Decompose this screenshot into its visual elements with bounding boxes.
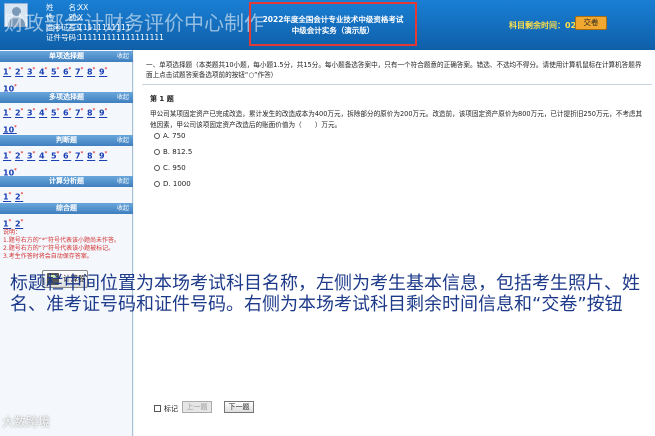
question-link[interactable]: 6* (63, 147, 75, 164)
question-link[interactable]: 2* (15, 63, 27, 80)
question-link[interactable]: 4* (39, 63, 51, 80)
question-link[interactable]: 1* (3, 63, 15, 80)
submit-exam-button[interactable]: 交卷 (575, 16, 607, 30)
question-link[interactable]: 9* (99, 63, 111, 80)
question-link[interactable]: 8* (87, 104, 99, 121)
section-header[interactable]: 判断题 收起 (0, 135, 133, 146)
collapse-toggle[interactable]: 收起 (117, 176, 129, 187)
previous-question-button[interactable]: 上一题 (182, 401, 212, 413)
section-title: 计算分析题 (49, 177, 84, 185)
question-link[interactable]: 1* (3, 104, 15, 121)
question-link[interactable]: 6* (63, 63, 75, 80)
option-text: 812.5 (172, 148, 193, 156)
section-header[interactable]: 多项选择题 收起 (0, 92, 133, 103)
question-link[interactable]: 8* (87, 63, 99, 80)
section-header[interactable]: 单项选择题 收起 (0, 51, 133, 62)
question-link[interactable]: 2* (15, 104, 27, 121)
question-panel: 一、单项选择题（本类题共10小题，每小题1.5分，共15分。每小题备选答案中，只… (134, 50, 655, 436)
section-multiple-choice: 多项选择题 收起 1* 2* 3* 4* 5* 6* 7* 8* 9* 10* (0, 92, 133, 138)
question-link[interactable]: 6* (63, 104, 75, 121)
section-true-false: 判断题 收起 1* 2* 3* 4* 5* 6* 7* 8* 9* 10* (0, 135, 133, 181)
section-instructions: 一、单项选择题（本类题共10小题，每小题1.5分，共15分。每小题备选答案中，只… (146, 61, 642, 79)
option-text: 950 (172, 164, 186, 172)
divider (142, 84, 652, 85)
radio-button[interactable] (154, 149, 160, 155)
question-link[interactable]: 3* (27, 104, 39, 121)
section-title: 多项选择题 (49, 93, 84, 101)
section-single-choice: 单项选择题 收起 1* 2* 3* 4* 5* 6* 7* 8* 9* 10* (0, 51, 133, 97)
option-d[interactable]: D. 1000 (154, 180, 191, 188)
title-bar: 姓 名：XX 性 别：X 准考证号：11111111111 证件号码：11111… (0, 0, 655, 50)
note-line: 3.考生作答时将会自动保存答案。 (3, 253, 93, 260)
question-grid: 1* 2* 3* 4* 5* 6* 7* 8* 9* 10* (0, 103, 133, 138)
question-link[interactable]: 5* (51, 104, 63, 121)
question-link[interactable]: 8* (87, 147, 99, 164)
instructions-notes: 说明： 1.题号右方的“*”符号代表该小题尚未作答。 2.题号右方的“?”符号代… (3, 229, 131, 261)
exam-title-line2: 中级会计实务（演示版） (291, 26, 375, 35)
question-link[interactable]: 7* (75, 147, 87, 164)
option-letter: D. (163, 180, 171, 188)
timer-label: 科目剩余时间： (509, 21, 565, 30)
note-line: 2.题号右方的“?”符号代表该小题被标记。 (3, 245, 115, 252)
next-question-button[interactable]: 下一题 (224, 401, 254, 413)
option-text: 1000 (172, 180, 191, 188)
question-number: 第 1 题 (150, 95, 174, 103)
option-letter: A. (163, 132, 170, 140)
question-link[interactable]: 4* (39, 104, 51, 121)
radio-button[interactable] (154, 165, 160, 171)
question-text: 甲公司某项固定资产已完成改造，累计发生的改造成本为400万元，拆除部分的原价为2… (150, 110, 643, 129)
question-link[interactable]: 9* (99, 147, 111, 164)
option-c[interactable]: C. 950 (154, 164, 186, 172)
question-link[interactable]: 5* (51, 63, 63, 80)
option-letter: B. (163, 148, 171, 156)
question-link[interactable]: 1* (3, 147, 15, 164)
section-header[interactable]: 计算分析题 收起 (0, 176, 133, 187)
question-link[interactable]: 4* (39, 147, 51, 164)
section-title: 判断题 (56, 136, 77, 144)
navigation-bar: 标记 上一题 下一题 (134, 401, 655, 415)
section-header[interactable]: 综合题 收起 (0, 203, 133, 214)
exam-title-line1: 2022年度全国会计专业技术中级资格考试 (262, 15, 404, 24)
collapse-toggle[interactable]: 收起 (117, 203, 129, 214)
option-a[interactable]: A. 750 (154, 132, 186, 140)
option-letter: C. (163, 164, 171, 172)
mark-toggle[interactable]: 标记 (154, 404, 178, 414)
note-line: 1.题号右方的“*”符号代表该小题尚未作答。 (3, 237, 120, 244)
exam-title-box: 2022年度全国会计专业技术中级资格考试 中级会计实务（演示版） (249, 2, 417, 46)
question-link[interactable]: 5* (51, 147, 63, 164)
question-link[interactable]: 7* (75, 104, 87, 121)
note-line: 说明： (3, 229, 22, 236)
collapse-toggle[interactable]: 收起 (117, 51, 129, 62)
section-title: 单项选择题 (49, 52, 84, 60)
question-link[interactable]: 3* (27, 147, 39, 164)
question-link[interactable]: 7* (75, 63, 87, 80)
video-subtitle: 标题栏中间位置为本场考试科目名称，左侧为考生基本信息，包括考生照片、姓名、准考证… (10, 273, 640, 315)
question-link[interactable]: 9* (99, 104, 111, 121)
question-link[interactable]: 2* (15, 147, 27, 164)
section-calculation: 计算分析题 收起 1* 2* (0, 176, 133, 206)
radio-button[interactable] (154, 181, 160, 187)
question-navigator: 单项选择题 收起 1* 2* 3* 4* 5* 6* 7* 8* 9* 10* 多项选择题 收起 1*… (0, 50, 133, 436)
watermark-text: 财政部会计财务评价中心制作 (4, 11, 264, 35)
section-title: 综合题 (56, 204, 77, 212)
collapse-toggle[interactable]: 收起 (117, 92, 129, 103)
channel-logo: 大数跨境 (2, 415, 51, 429)
mark-label: 标记 (164, 405, 178, 413)
mark-checkbox[interactable] (154, 405, 161, 412)
option-text: 750 (172, 132, 186, 140)
question-link[interactable]: 3* (27, 63, 39, 80)
radio-button[interactable] (154, 133, 160, 139)
collapse-toggle[interactable]: 收起 (117, 135, 129, 146)
option-b[interactable]: B. 812.5 (154, 148, 192, 156)
